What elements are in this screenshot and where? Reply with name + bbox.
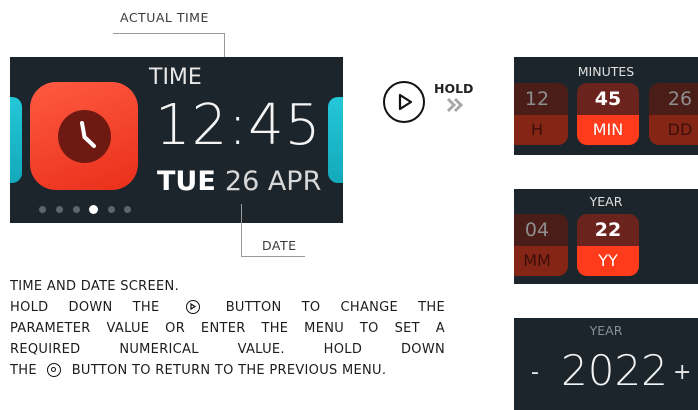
next-app-tile[interactable]	[328, 97, 343, 183]
pager-dot	[39, 206, 46, 213]
double-chevron-right-icon	[446, 97, 466, 117]
pager-dot	[124, 206, 131, 213]
year-select-title: YEAR	[589, 194, 623, 209]
minutes-cell[interactable]: 45 MIN	[577, 83, 639, 145]
description-line-2: HOLD DOWN THE BUTTON TO CHANGE THE	[10, 300, 445, 315]
year-edit-panel: YEAR - 2022 +	[514, 318, 698, 410]
year-edit-title: YEAR	[589, 323, 623, 338]
hold-label: HOLD	[434, 81, 474, 96]
year-unit: YY	[577, 246, 639, 276]
increment-button[interactable]: +	[673, 360, 691, 385]
time-minutes: 45	[248, 93, 322, 158]
prev-app-tile[interactable]	[10, 97, 22, 183]
description-line-5a: THE	[10, 363, 37, 378]
actual-time-leader-horizontal	[113, 33, 225, 34]
time-date-screen: TIME 12:45 TUE 26 APR	[10, 57, 343, 223]
month-cell[interactable]: 04 MM	[514, 214, 568, 276]
date-text: 26 APR	[224, 166, 322, 197]
year-edit-value: 2022	[561, 346, 668, 395]
minutes-value: 45	[577, 83, 639, 115]
pager-dot-active	[89, 205, 98, 214]
pager-dot	[56, 206, 63, 213]
hours-cell[interactable]: 12 H	[514, 83, 568, 145]
decrement-button[interactable]: -	[531, 360, 539, 385]
stop-circle-icon	[47, 363, 62, 377]
date-display: TUE 26 APR	[157, 166, 321, 197]
day-cell[interactable]: 26 DD	[649, 83, 698, 145]
minutes-panel-title: MINUTES	[577, 64, 635, 79]
minutes-panel: MINUTES 12 H 45 MIN 26 DD	[514, 57, 698, 155]
play-circle-icon[interactable]	[383, 81, 425, 123]
day-unit: DD	[649, 115, 698, 145]
screen-title: TIME	[149, 65, 202, 90]
year-cell[interactable]: 22 YY	[577, 214, 639, 276]
date-leader-vertical	[241, 204, 242, 257]
time-colon: :	[228, 93, 249, 158]
time-display: 12:45	[155, 93, 321, 158]
description-heading: TIME AND DATE SCREEN.	[10, 279, 179, 294]
pager-dot	[73, 206, 80, 213]
clock-icon	[58, 110, 111, 163]
hours-value: 12	[514, 83, 568, 115]
description-line-2b: BUTTON TO CHANGE THE	[225, 300, 445, 315]
pager-dot	[108, 206, 115, 213]
year-select-panel: YEAR 04 MM 22 YY	[514, 189, 698, 284]
date-callout: DATE	[262, 238, 297, 253]
actual-time-callout: ACTUAL TIME	[120, 10, 209, 25]
play-circle-icon	[185, 300, 200, 314]
day-value: 26	[649, 83, 698, 115]
day-of-week: TUE	[157, 166, 216, 197]
description-line-4: REQUIRED NUMERICAL VALUE. HOLD DOWN	[10, 342, 445, 357]
description-line-2a: HOLD DOWN THE	[10, 300, 160, 315]
description-line-5b: BUTTON TO RETURN TO THE PREVIOUS MENU.	[71, 363, 387, 378]
month-value: 04	[514, 214, 568, 246]
description-line-5: THE BUTTON TO RETURN TO THE PREVIOUS MEN…	[10, 363, 386, 378]
description-line-3: PARAMETER VALUE OR ENTER THE MENU TO SET…	[10, 321, 445, 336]
minutes-unit: MIN	[577, 115, 639, 145]
date-leader-horizontal	[241, 256, 305, 257]
time-hours: 12	[155, 93, 229, 158]
hours-unit: H	[514, 115, 568, 145]
year-value: 22	[577, 214, 639, 246]
month-unit: MM	[514, 246, 568, 276]
